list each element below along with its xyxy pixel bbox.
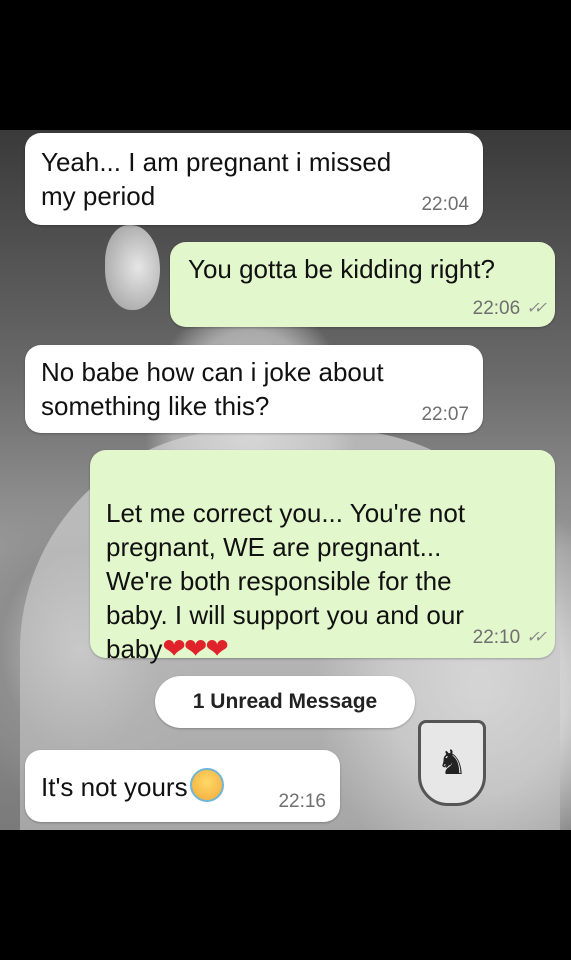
message-bubble-outgoing[interactable]: You gotta be kidding right? 22:06 ✓✓ — [170, 242, 555, 327]
message-bubble-incoming[interactable]: Yeah... I am pregnant i missed my period… — [25, 133, 483, 225]
horse-logo-icon: ♞ — [418, 720, 486, 806]
heart-emoji-icon: ❤❤❤ — [162, 633, 228, 664]
message-time: 22:07 — [421, 404, 469, 425]
message-text: It's not yours — [41, 768, 271, 804]
message-text: Yeah... I am pregnant i missed my period — [41, 147, 392, 211]
message-time: 22:06 — [472, 298, 521, 319]
message-time: 22:16 — [278, 791, 326, 812]
read-ticks-icon: ✓✓ — [526, 300, 547, 317]
message-bubble-outgoing[interactable]: Let me correct you... You're not pregnan… — [90, 450, 555, 664]
background-ear — [105, 225, 160, 310]
message-text: You gotta be kidding right? — [188, 254, 495, 284]
message-time: 22:04 — [421, 194, 469, 215]
message-body: Let me correct you... You're not pregnan… — [106, 498, 466, 664]
message-time: 22:10 — [472, 627, 521, 648]
message-text: No babe how can i joke about something l… — [41, 357, 384, 421]
message-body: It's not yours — [41, 772, 188, 802]
unread-messages-banner: 1 Unread Message — [155, 676, 415, 728]
message-bubble-incoming[interactable]: No babe how can i joke about something l… — [25, 345, 483, 433]
woman-emoji-icon — [189, 768, 224, 802]
message-bubble-incoming[interactable]: It's not yours 22:16 — [25, 750, 340, 822]
read-ticks-icon: ✓✓ — [526, 629, 547, 646]
